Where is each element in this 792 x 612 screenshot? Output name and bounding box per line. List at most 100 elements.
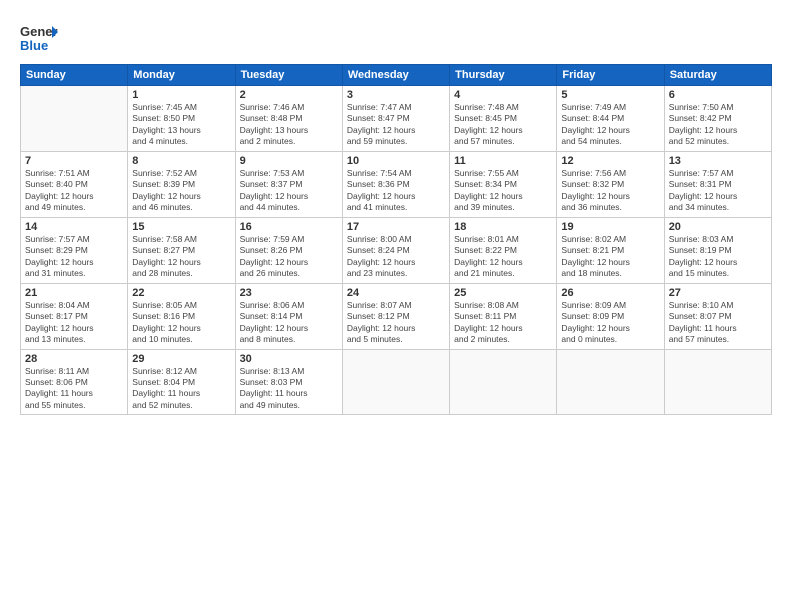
day-number: 19 — [561, 221, 659, 233]
weekday-header-friday: Friday — [557, 65, 664, 86]
day-info: Sunrise: 7:56 AMSunset: 8:32 PMDaylight:… — [561, 168, 659, 214]
weekday-header-monday: Monday — [128, 65, 235, 86]
day-number: 30 — [240, 353, 338, 365]
logo-icon: General Blue — [20, 18, 58, 56]
calendar-cell: 5Sunrise: 7:49 AMSunset: 8:44 PMDaylight… — [557, 86, 664, 152]
calendar-cell: 15Sunrise: 7:58 AMSunset: 8:27 PMDayligh… — [128, 217, 235, 283]
calendar-cell: 3Sunrise: 7:47 AMSunset: 8:47 PMDaylight… — [342, 86, 449, 152]
calendar-cell: 12Sunrise: 7:56 AMSunset: 8:32 PMDayligh… — [557, 151, 664, 217]
day-info: Sunrise: 7:58 AMSunset: 8:27 PMDaylight:… — [132, 234, 230, 280]
calendar-cell: 8Sunrise: 7:52 AMSunset: 8:39 PMDaylight… — [128, 151, 235, 217]
day-info: Sunrise: 7:52 AMSunset: 8:39 PMDaylight:… — [132, 168, 230, 214]
calendar-cell: 28Sunrise: 8:11 AMSunset: 8:06 PMDayligh… — [21, 349, 128, 415]
day-info: Sunrise: 7:55 AMSunset: 8:34 PMDaylight:… — [454, 168, 552, 214]
weekday-header-thursday: Thursday — [450, 65, 557, 86]
calendar-cell: 24Sunrise: 8:07 AMSunset: 8:12 PMDayligh… — [342, 283, 449, 349]
calendar-cell — [557, 349, 664, 415]
calendar-cell: 19Sunrise: 8:02 AMSunset: 8:21 PMDayligh… — [557, 217, 664, 283]
day-number: 14 — [25, 221, 123, 233]
day-number: 12 — [561, 155, 659, 167]
day-info: Sunrise: 8:07 AMSunset: 8:12 PMDaylight:… — [347, 300, 445, 346]
day-number: 17 — [347, 221, 445, 233]
day-number: 22 — [132, 287, 230, 299]
day-info: Sunrise: 8:05 AMSunset: 8:16 PMDaylight:… — [132, 300, 230, 346]
day-info: Sunrise: 7:57 AMSunset: 8:29 PMDaylight:… — [25, 234, 123, 280]
weekday-header-wednesday: Wednesday — [342, 65, 449, 86]
day-number: 26 — [561, 287, 659, 299]
day-info: Sunrise: 8:01 AMSunset: 8:22 PMDaylight:… — [454, 234, 552, 280]
calendar-cell — [450, 349, 557, 415]
calendar-cell: 16Sunrise: 7:59 AMSunset: 8:26 PMDayligh… — [235, 217, 342, 283]
svg-text:Blue: Blue — [20, 38, 48, 53]
calendar-cell: 22Sunrise: 8:05 AMSunset: 8:16 PMDayligh… — [128, 283, 235, 349]
calendar-cell: 7Sunrise: 7:51 AMSunset: 8:40 PMDaylight… — [21, 151, 128, 217]
day-number: 29 — [132, 353, 230, 365]
day-info: Sunrise: 7:53 AMSunset: 8:37 PMDaylight:… — [240, 168, 338, 214]
day-number: 25 — [454, 287, 552, 299]
day-number: 24 — [347, 287, 445, 299]
day-info: Sunrise: 7:46 AMSunset: 8:48 PMDaylight:… — [240, 102, 338, 148]
day-info: Sunrise: 7:45 AMSunset: 8:50 PMDaylight:… — [132, 102, 230, 148]
day-number: 15 — [132, 221, 230, 233]
day-info: Sunrise: 7:49 AMSunset: 8:44 PMDaylight:… — [561, 102, 659, 148]
day-number: 20 — [669, 221, 767, 233]
day-number: 11 — [454, 155, 552, 167]
calendar-cell: 6Sunrise: 7:50 AMSunset: 8:42 PMDaylight… — [664, 86, 771, 152]
day-number: 21 — [25, 287, 123, 299]
weekday-header-row: SundayMondayTuesdayWednesdayThursdayFrid… — [21, 65, 772, 86]
day-number: 10 — [347, 155, 445, 167]
calendar-week-row: 28Sunrise: 8:11 AMSunset: 8:06 PMDayligh… — [21, 349, 772, 415]
calendar-week-row: 21Sunrise: 8:04 AMSunset: 8:17 PMDayligh… — [21, 283, 772, 349]
page: General Blue SundayMondayTuesdayWednesda… — [0, 0, 792, 612]
day-number: 13 — [669, 155, 767, 167]
day-info: Sunrise: 8:12 AMSunset: 8:04 PMDaylight:… — [132, 366, 230, 412]
day-number: 18 — [454, 221, 552, 233]
calendar-cell — [342, 349, 449, 415]
calendar-cell: 4Sunrise: 7:48 AMSunset: 8:45 PMDaylight… — [450, 86, 557, 152]
calendar-cell: 18Sunrise: 8:01 AMSunset: 8:22 PMDayligh… — [450, 217, 557, 283]
day-info: Sunrise: 8:06 AMSunset: 8:14 PMDaylight:… — [240, 300, 338, 346]
calendar-cell: 20Sunrise: 8:03 AMSunset: 8:19 PMDayligh… — [664, 217, 771, 283]
day-info: Sunrise: 7:54 AMSunset: 8:36 PMDaylight:… — [347, 168, 445, 214]
day-number: 4 — [454, 89, 552, 101]
day-info: Sunrise: 7:50 AMSunset: 8:42 PMDaylight:… — [669, 102, 767, 148]
day-info: Sunrise: 8:10 AMSunset: 8:07 PMDaylight:… — [669, 300, 767, 346]
calendar-week-row: 7Sunrise: 7:51 AMSunset: 8:40 PMDaylight… — [21, 151, 772, 217]
calendar-cell: 11Sunrise: 7:55 AMSunset: 8:34 PMDayligh… — [450, 151, 557, 217]
calendar-cell: 23Sunrise: 8:06 AMSunset: 8:14 PMDayligh… — [235, 283, 342, 349]
calendar-cell: 1Sunrise: 7:45 AMSunset: 8:50 PMDaylight… — [128, 86, 235, 152]
calendar-cell: 2Sunrise: 7:46 AMSunset: 8:48 PMDaylight… — [235, 86, 342, 152]
day-number: 27 — [669, 287, 767, 299]
calendar-cell: 29Sunrise: 8:12 AMSunset: 8:04 PMDayligh… — [128, 349, 235, 415]
calendar-cell: 9Sunrise: 7:53 AMSunset: 8:37 PMDaylight… — [235, 151, 342, 217]
weekday-header-saturday: Saturday — [664, 65, 771, 86]
calendar-cell: 10Sunrise: 7:54 AMSunset: 8:36 PMDayligh… — [342, 151, 449, 217]
weekday-header-sunday: Sunday — [21, 65, 128, 86]
day-number: 28 — [25, 353, 123, 365]
day-number: 2 — [240, 89, 338, 101]
day-info: Sunrise: 7:47 AMSunset: 8:47 PMDaylight:… — [347, 102, 445, 148]
calendar-cell: 21Sunrise: 8:04 AMSunset: 8:17 PMDayligh… — [21, 283, 128, 349]
header: General Blue — [20, 18, 772, 56]
calendar-cell: 14Sunrise: 7:57 AMSunset: 8:29 PMDayligh… — [21, 217, 128, 283]
calendar-cell: 13Sunrise: 7:57 AMSunset: 8:31 PMDayligh… — [664, 151, 771, 217]
day-info: Sunrise: 7:57 AMSunset: 8:31 PMDaylight:… — [669, 168, 767, 214]
day-number: 7 — [25, 155, 123, 167]
calendar-week-row: 14Sunrise: 7:57 AMSunset: 8:29 PMDayligh… — [21, 217, 772, 283]
calendar-cell — [664, 349, 771, 415]
calendar-cell: 17Sunrise: 8:00 AMSunset: 8:24 PMDayligh… — [342, 217, 449, 283]
weekday-header-tuesday: Tuesday — [235, 65, 342, 86]
day-info: Sunrise: 8:00 AMSunset: 8:24 PMDaylight:… — [347, 234, 445, 280]
calendar-cell — [21, 86, 128, 152]
day-number: 8 — [132, 155, 230, 167]
day-info: Sunrise: 8:11 AMSunset: 8:06 PMDaylight:… — [25, 366, 123, 412]
day-info: Sunrise: 7:51 AMSunset: 8:40 PMDaylight:… — [25, 168, 123, 214]
day-number: 16 — [240, 221, 338, 233]
day-info: Sunrise: 7:59 AMSunset: 8:26 PMDaylight:… — [240, 234, 338, 280]
day-number: 1 — [132, 89, 230, 101]
day-number: 6 — [669, 89, 767, 101]
day-info: Sunrise: 8:08 AMSunset: 8:11 PMDaylight:… — [454, 300, 552, 346]
day-number: 5 — [561, 89, 659, 101]
day-number: 23 — [240, 287, 338, 299]
calendar-cell: 26Sunrise: 8:09 AMSunset: 8:09 PMDayligh… — [557, 283, 664, 349]
